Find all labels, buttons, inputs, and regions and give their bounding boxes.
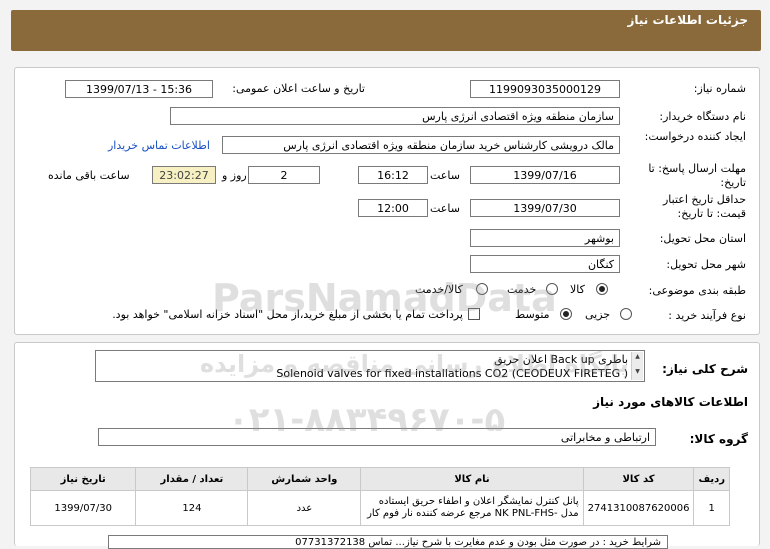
need-number-label: شماره نیاز: [693, 82, 746, 95]
buyer-org-field: سازمان منطقه ویژه اقتصادی انرژی پارس [170, 107, 620, 125]
city-field: کنگان [470, 255, 620, 273]
creator-field: مالک درویشی کارشناس خرید سازمان منطقه وی… [222, 136, 620, 154]
buyer-org-label: نام دستگاه خریدار: [659, 110, 746, 123]
remaining-time-label: ساعت باقی مانده [48, 169, 130, 182]
category-radio-goods-service[interactable] [476, 283, 488, 295]
scroll-down-icon[interactable]: ▼ [632, 367, 643, 376]
validity-time-label: ساعت [430, 202, 460, 215]
treasury-payment-note: پرداخت تمام یا بخشی از مبلغ خرید،از محل … [112, 308, 463, 321]
need-number-field: 1199093035000129 [470, 80, 620, 98]
category-option-service: خدمت [507, 283, 537, 296]
table-row: 1 2741310087620006 پانل کنترل نمایشگر اع… [29, 490, 730, 526]
category-option-goods-service: کالا/خدمت [415, 283, 463, 296]
process-label: نوع فرآیند خرید : [668, 309, 746, 322]
col-qty: تعداد / مقدار [135, 467, 249, 491]
summary-label: شرح کلی نیاز: [662, 362, 748, 376]
col-name: نام کالا [360, 467, 584, 491]
col-date: تاریخ نیاز [29, 467, 137, 491]
province-field: بوشهر [470, 229, 620, 247]
col-unit: واحد شمارش [247, 467, 362, 491]
category-radio-goods[interactable] [596, 283, 608, 295]
province-label: استان محل تحویل: [659, 232, 746, 245]
row-date: 1399/07/30 [29, 490, 137, 526]
announce-date-field: 1399/07/13 - 15:36 [65, 80, 213, 98]
summary-textarea: باطری Back up اعلان حریق Solenoid valves… [95, 350, 645, 382]
row-name: پانل کنترل نمایشگر اعلان و اطفاء حریق ای… [360, 490, 584, 526]
scroll-up-icon[interactable]: ▲ [632, 352, 643, 361]
col-index: ردیف [693, 467, 730, 491]
days-label: روز و [222, 169, 247, 182]
goods-group-field: ارتباطی و مخابراتی [98, 428, 656, 446]
buyer-contact-link[interactable]: اطلاعات تماس خریدار [108, 139, 210, 152]
creator-label: ایجاد کننده درخواست: [644, 130, 746, 143]
validity-date-field: 1399/07/30 [470, 199, 620, 217]
deadline-date-field: 1399/07/16 [470, 166, 620, 184]
treasury-payment-checkbox[interactable] [468, 308, 480, 320]
conditions-text: شرایط خرید : در صورت مثل بودن و عدم مغای… [295, 537, 661, 548]
goods-group-label: گروه کالا: [689, 432, 748, 446]
category-option-goods: کالا [570, 283, 585, 296]
row-index: 1 [693, 490, 730, 526]
validity-time-field: 12:00 [358, 199, 428, 217]
deadline-label: مهلت ارسال پاسخ: تا تاریخ: [648, 162, 746, 189]
deadline-time-field: 16:12 [358, 166, 428, 184]
row-qty: 124 [135, 490, 249, 526]
goods-table-header: ردیف کد کالا نام کالا واحد شمارش تعداد /… [29, 467, 730, 491]
summary-line-2: Solenoid valves for fixed installations … [276, 367, 628, 380]
city-label: شهر محل تحویل: [666, 258, 746, 271]
category-radio-service[interactable] [546, 283, 558, 295]
remaining-time-field: 23:02:27 [152, 166, 216, 184]
conditions-box: شرایط خرید : در صورت مثل بودن و عدم مغای… [108, 535, 668, 549]
summary-line-1: باطری Back up اعلان حریق [494, 353, 628, 366]
process-radio-minor[interactable] [620, 308, 632, 320]
page-title: جزئیات اطلاعات نیاز [627, 13, 748, 27]
col-code: کد کالا [582, 467, 695, 491]
process-radio-medium[interactable] [560, 308, 572, 320]
process-option-minor: جزیی [585, 308, 611, 321]
row-code: 2741310087620006 [582, 490, 695, 526]
announce-date-label: تاریخ و ساعت اعلان عمومی: [232, 82, 365, 95]
goods-section-title: اطلاعات کالاهای مورد نیاز [593, 395, 748, 409]
deadline-time-label: ساعت [430, 169, 460, 182]
days-remaining-field: 2 [248, 166, 320, 184]
category-label: طبقه بندی موضوعی: [648, 284, 746, 297]
summary-scrollbar[interactable]: ▲ ▼ [631, 352, 643, 380]
row-unit: عدد [247, 490, 362, 526]
goods-table: ردیف کد کالا نام کالا واحد شمارش تعداد /… [29, 467, 730, 526]
process-option-medium: متوسط [515, 308, 550, 321]
validity-label: حداقل تاریخ اعتبار قیمت: تا تاریخ: [662, 193, 746, 220]
